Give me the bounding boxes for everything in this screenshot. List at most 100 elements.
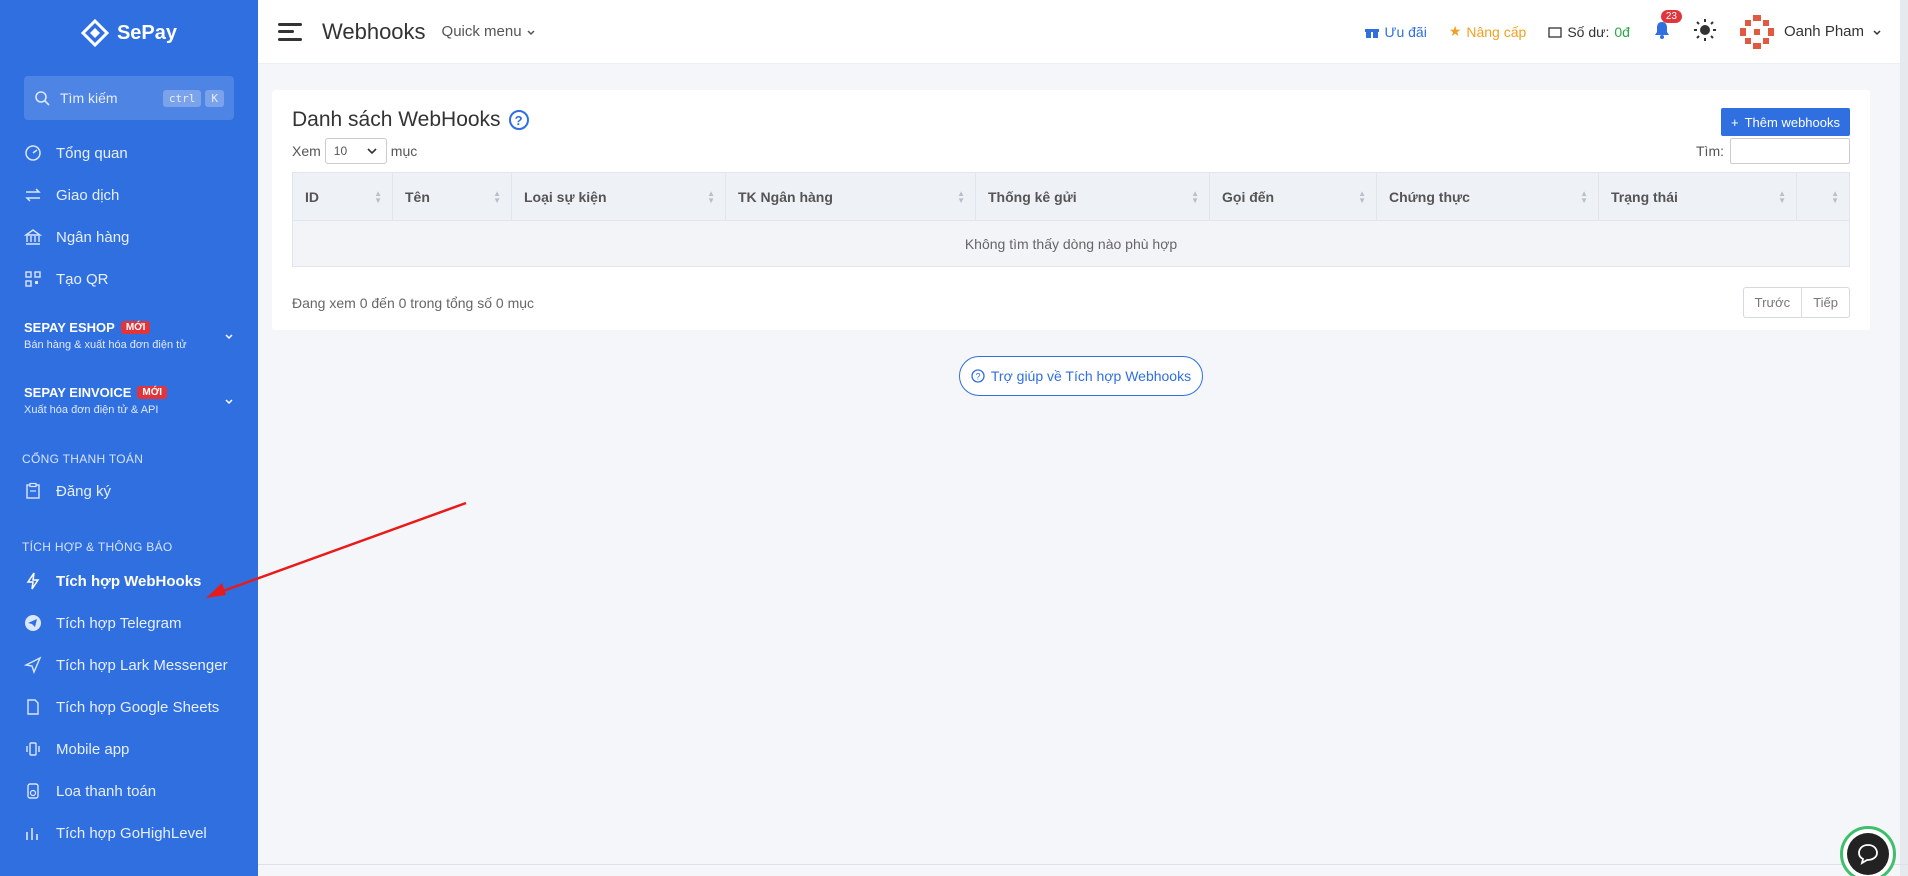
group-title: SEPAY ESHOP: [24, 320, 115, 335]
add-webhook-button[interactable]: + Thêm webhooks: [1721, 108, 1850, 136]
sort-icon: ▲ ▼: [707, 189, 715, 205]
table-search-input[interactable]: [1730, 138, 1850, 164]
column-header-actions[interactable]: ▲ ▼: [1796, 172, 1850, 221]
theme-toggle-button[interactable]: [1693, 19, 1716, 44]
telegram-icon: [25, 615, 41, 631]
lightning-icon: [26, 572, 40, 590]
shortcut-ctrl: ctrl: [162, 89, 202, 107]
search-icon: [35, 91, 50, 106]
table-row: Không tìm thấy dòng nào phù hợp: [292, 220, 1850, 267]
dashboard-icon: [25, 145, 41, 161]
question-circle-icon: ?: [971, 369, 985, 383]
sidebar-item-label: Tổng quan: [56, 144, 128, 162]
promo-link[interactable]: Ưu đãi: [1365, 24, 1427, 40]
sort-icon: ▲ ▼: [1580, 189, 1588, 205]
balance-value: 0đ: [1614, 23, 1630, 40]
webhooks-help-link[interactable]: ? Trợ giúp về Tích hợp Webhooks: [959, 356, 1203, 396]
sidebar-item-google-sheets[interactable]: Tích hợp Google Sheets: [0, 686, 258, 728]
sidebar-item-label: Tạo QR: [56, 270, 109, 288]
sidebar-item-label: Đăng ký: [56, 482, 112, 500]
chat-widget-button[interactable]: [1840, 826, 1896, 876]
chevron-down-icon: [1873, 29, 1881, 35]
sidebar-item-bank[interactable]: Ngân hàng: [0, 216, 258, 258]
sidebar-item-speaker[interactable]: Loa thanh toán: [0, 770, 258, 812]
sidebar-item-gohighlevel[interactable]: Tích hợp GoHighLevel: [0, 812, 258, 854]
group-subtitle: Xuất hóa đơn điện tử & API: [24, 404, 159, 416]
plus-icon: +: [1731, 114, 1739, 130]
sidebar-item-label: Mobile app: [56, 740, 130, 758]
sidebar-group-einvoice[interactable]: SEPAY EINVOICE MỚI Xuất hóa đơn điện tử …: [0, 385, 258, 416]
brand-name: SePay: [116, 21, 178, 44]
bell-icon: [1654, 22, 1669, 39]
column-header-auth[interactable]: Chứng thực ▲ ▼: [1376, 172, 1599, 221]
sepay-logo-icon: [80, 19, 109, 47]
qr-icon: [25, 271, 41, 287]
menu-toggle-icon[interactable]: [278, 22, 302, 41]
page-size-value: 10: [333, 144, 348, 158]
quick-menu-dropdown[interactable]: Quick menu: [442, 23, 536, 40]
column-header-status[interactable]: Trạng thái ▲ ▼: [1598, 172, 1797, 221]
column-header-id[interactable]: ID ▲ ▼: [292, 172, 393, 221]
upgrade-link[interactable]: ★ Nâng cấp: [1449, 23, 1527, 40]
sidebar-item-mobile-app[interactable]: Mobile app: [0, 728, 258, 770]
webhooks-card: Danh sách WebHooks ? + Thêm webhooks Xem…: [272, 90, 1870, 330]
section-title-payment: CỔNG THANH TOÁN: [22, 452, 144, 466]
sidebar-group-eshop[interactable]: SEPAY ESHOP MỚI Bán hàng & xuất hóa đơn …: [0, 320, 258, 351]
table-info: Đang xem 0 đến 0 trong tổng số 0 mục: [292, 294, 535, 311]
group-title: SEPAY EINVOICE: [24, 385, 132, 400]
send-icon: [24, 656, 42, 674]
column-header-call-to[interactable]: Gọi đến ▲ ▼: [1209, 172, 1377, 221]
help-icon[interactable]: ?: [508, 110, 529, 130]
prev-page-button[interactable]: Trước: [1744, 288, 1802, 317]
webhooks-table: ID ▲ ▼ Tên ▲ ▼ Loại sự kiện ▲ ▼ TK Ngân hàng ▲ ▼…: [292, 172, 1850, 267]
shortcut-k: K: [205, 89, 224, 107]
upgrade-label: Nâng cấp: [1466, 23, 1527, 40]
user-menu[interactable]: Oanh Pham: [1737, 12, 1882, 51]
document-icon: [27, 699, 39, 715]
sidebar-item-create-qr[interactable]: Tạo QR: [0, 258, 258, 300]
chevron-down-icon: [367, 148, 377, 155]
chart-bars-icon: [26, 828, 38, 840]
search-placeholder: Tìm kiếm: [60, 90, 118, 106]
scrollbar-track[interactable]: [1900, 0, 1908, 876]
next-page-button[interactable]: Tiếp: [1801, 288, 1849, 317]
sun-icon: [1693, 19, 1716, 41]
page-title: Webhooks: [322, 18, 426, 44]
brand-logo[interactable]: SePay: [0, 0, 258, 66]
sort-icon: ▲ ▼: [957, 189, 965, 205]
column-header-name[interactable]: Tên ▲ ▼: [392, 172, 512, 221]
sort-icon: ▲ ▼: [1831, 189, 1839, 205]
sidebar-item-transactions[interactable]: Giao dịch: [0, 174, 258, 216]
quick-menu-label: Quick menu: [441, 23, 522, 40]
svg-text:?: ?: [975, 372, 980, 382]
card-title: Danh sách WebHooks: [292, 108, 501, 131]
sidebar-item-label: Tích hợp Google Sheets: [56, 698, 220, 716]
transfer-icon: [25, 188, 41, 202]
annotation-arrow: [206, 501, 467, 598]
speaker-icon: [27, 783, 39, 799]
gift-icon: [1365, 27, 1380, 38]
sidebar-item-label: Tích hợp WebHooks: [56, 572, 202, 590]
avatar-pattern-icon: [1739, 14, 1774, 49]
column-header-event-type[interactable]: Loại sự kiện ▲ ▼: [511, 172, 726, 221]
pagination: Trước Tiếp: [1742, 287, 1850, 318]
column-header-bank-account[interactable]: TK Ngân hàng ▲ ▼: [725, 172, 976, 221]
sidebar-item-lark[interactable]: Tích hợp Lark Messenger: [0, 644, 258, 686]
help-link-label: Trợ giúp về Tích hợp Webhooks: [990, 368, 1192, 384]
balance-link[interactable]: Số dư: 0đ: [1548, 24, 1630, 40]
chevron-down-icon: [225, 398, 233, 404]
sort-icon: ▲ ▼: [493, 189, 501, 205]
column-header-send-stats[interactable]: Thống kê gửi ▲ ▼: [975, 172, 1210, 221]
sidebar-item-overview[interactable]: Tổng quan: [0, 132, 258, 174]
empty-message: Không tìm thấy dòng nào phù hợp: [292, 220, 1850, 267]
avatar: [1737, 12, 1776, 51]
sidebar-item-telegram[interactable]: Tích hợp Telegram: [0, 602, 258, 644]
new-badge: MỚI: [120, 321, 151, 334]
page-size-select[interactable]: 10: [324, 138, 387, 164]
mobile-vibrate-icon: [26, 742, 40, 756]
notification-button[interactable]: 23: [1652, 10, 1682, 43]
sidebar-search[interactable]: Tìm kiếm ctrl K: [24, 76, 234, 120]
sort-icon: ▲ ▼: [374, 189, 382, 205]
sidebar-item-label: Loa thanh toán: [56, 782, 157, 800]
entries-label: mục: [390, 143, 418, 159]
